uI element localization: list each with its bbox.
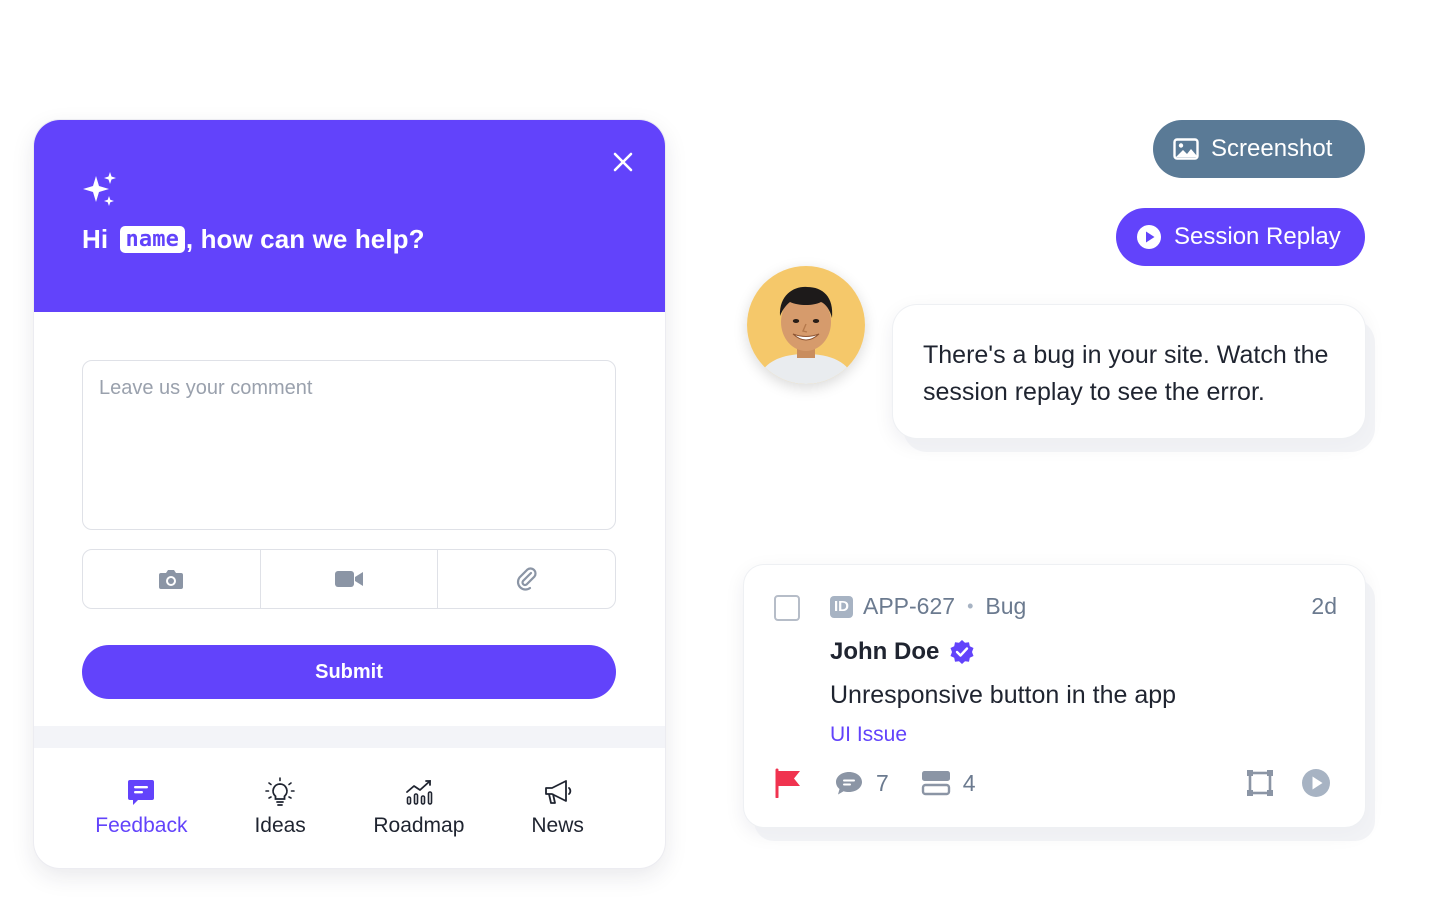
items-count: 4: [962, 769, 976, 796]
play-circle-icon[interactable]: [1301, 768, 1331, 798]
message-bubble: There's a bug in your site. Watch the se…: [893, 305, 1365, 438]
attachment-toolbar: [82, 549, 616, 609]
user-photo: [747, 266, 865, 384]
name-placeholder-chip: name: [119, 226, 185, 253]
tab-label: News: [531, 814, 584, 837]
attach-screenshot-button[interactable]: [83, 550, 260, 608]
tab-label: Ideas: [254, 814, 306, 837]
lightbulb-icon: [265, 777, 295, 806]
issue-footer-stats: 7 4: [774, 768, 976, 798]
tab-label: Feedback: [95, 814, 188, 837]
author-name: John Doe: [830, 638, 940, 665]
greeting-heading: Hi name, how can we help?: [82, 224, 425, 255]
issue-id: APP-627: [863, 593, 956, 619]
issue-footer-actions: [1245, 768, 1331, 798]
camera-icon: [159, 570, 184, 589]
screenshot-label: Screenshot: [1211, 135, 1333, 162]
image-icon: [1173, 138, 1199, 160]
session-replay-label: Session Replay: [1174, 223, 1341, 250]
issue-checkbox[interactable]: [774, 595, 800, 621]
tab-feedback[interactable]: Feedback: [72, 748, 211, 868]
play-circle-icon: [1137, 225, 1161, 249]
issue-age: 2d: [1311, 593, 1337, 619]
issue-title: Unresponsive button in the app: [830, 681, 1177, 709]
attach-video-button[interactable]: [259, 550, 438, 608]
issue-type: Bug: [985, 593, 1027, 619]
widget-divider: [34, 726, 665, 748]
session-replay-button[interactable]: Session Replay: [1116, 208, 1365, 266]
roadmap-icon: [405, 780, 433, 805]
comment-icon: [836, 772, 862, 795]
greeting-suffix: , how can we help?: [185, 224, 425, 254]
flag-icon[interactable]: [774, 768, 802, 798]
avatar: [747, 266, 865, 384]
widget-header: Hi name, how can we help?: [34, 120, 665, 312]
issue-tag[interactable]: UI Issue: [830, 723, 907, 747]
close-icon[interactable]: [609, 148, 637, 176]
message-text: There's a bug in your site. Watch the se…: [923, 341, 1329, 406]
comments-count: 7: [876, 769, 889, 796]
submit-button[interactable]: Submit: [82, 645, 616, 699]
greeting-prefix: Hi: [82, 224, 109, 254]
tab-roadmap[interactable]: Roadmap: [350, 748, 489, 868]
tab-ideas[interactable]: Ideas: [211, 748, 350, 868]
tab-label: Roadmap: [373, 814, 465, 837]
issue-meta: ID APP-627 • Bug: [830, 593, 1026, 620]
megaphone-icon: [544, 780, 571, 804]
sparkle-icon: [83, 172, 116, 206]
video-icon: [335, 571, 363, 587]
screenshot-button[interactable]: Screenshot: [1153, 120, 1365, 178]
verified-badge-icon: [950, 640, 974, 664]
feedback-widget: Hi name, how can we help? Sub: [34, 120, 665, 868]
frame-icon[interactable]: [1245, 768, 1275, 798]
widget-tabbar: Feedback Ideas Roadmap News: [34, 748, 665, 868]
stack-icon: [921, 771, 950, 796]
comment-input[interactable]: [82, 360, 616, 530]
issue-card[interactable]: ID APP-627 • Bug 2d John Doe Unresponsiv…: [744, 565, 1365, 827]
id-icon: ID: [830, 595, 853, 618]
paperclip-icon: [516, 567, 537, 591]
attach-file-button[interactable]: [437, 550, 615, 608]
issue-author: John Doe: [830, 638, 975, 666]
feedback-icon: [128, 780, 155, 805]
tab-news[interactable]: News: [488, 748, 627, 868]
meta-separator: •: [967, 596, 974, 616]
